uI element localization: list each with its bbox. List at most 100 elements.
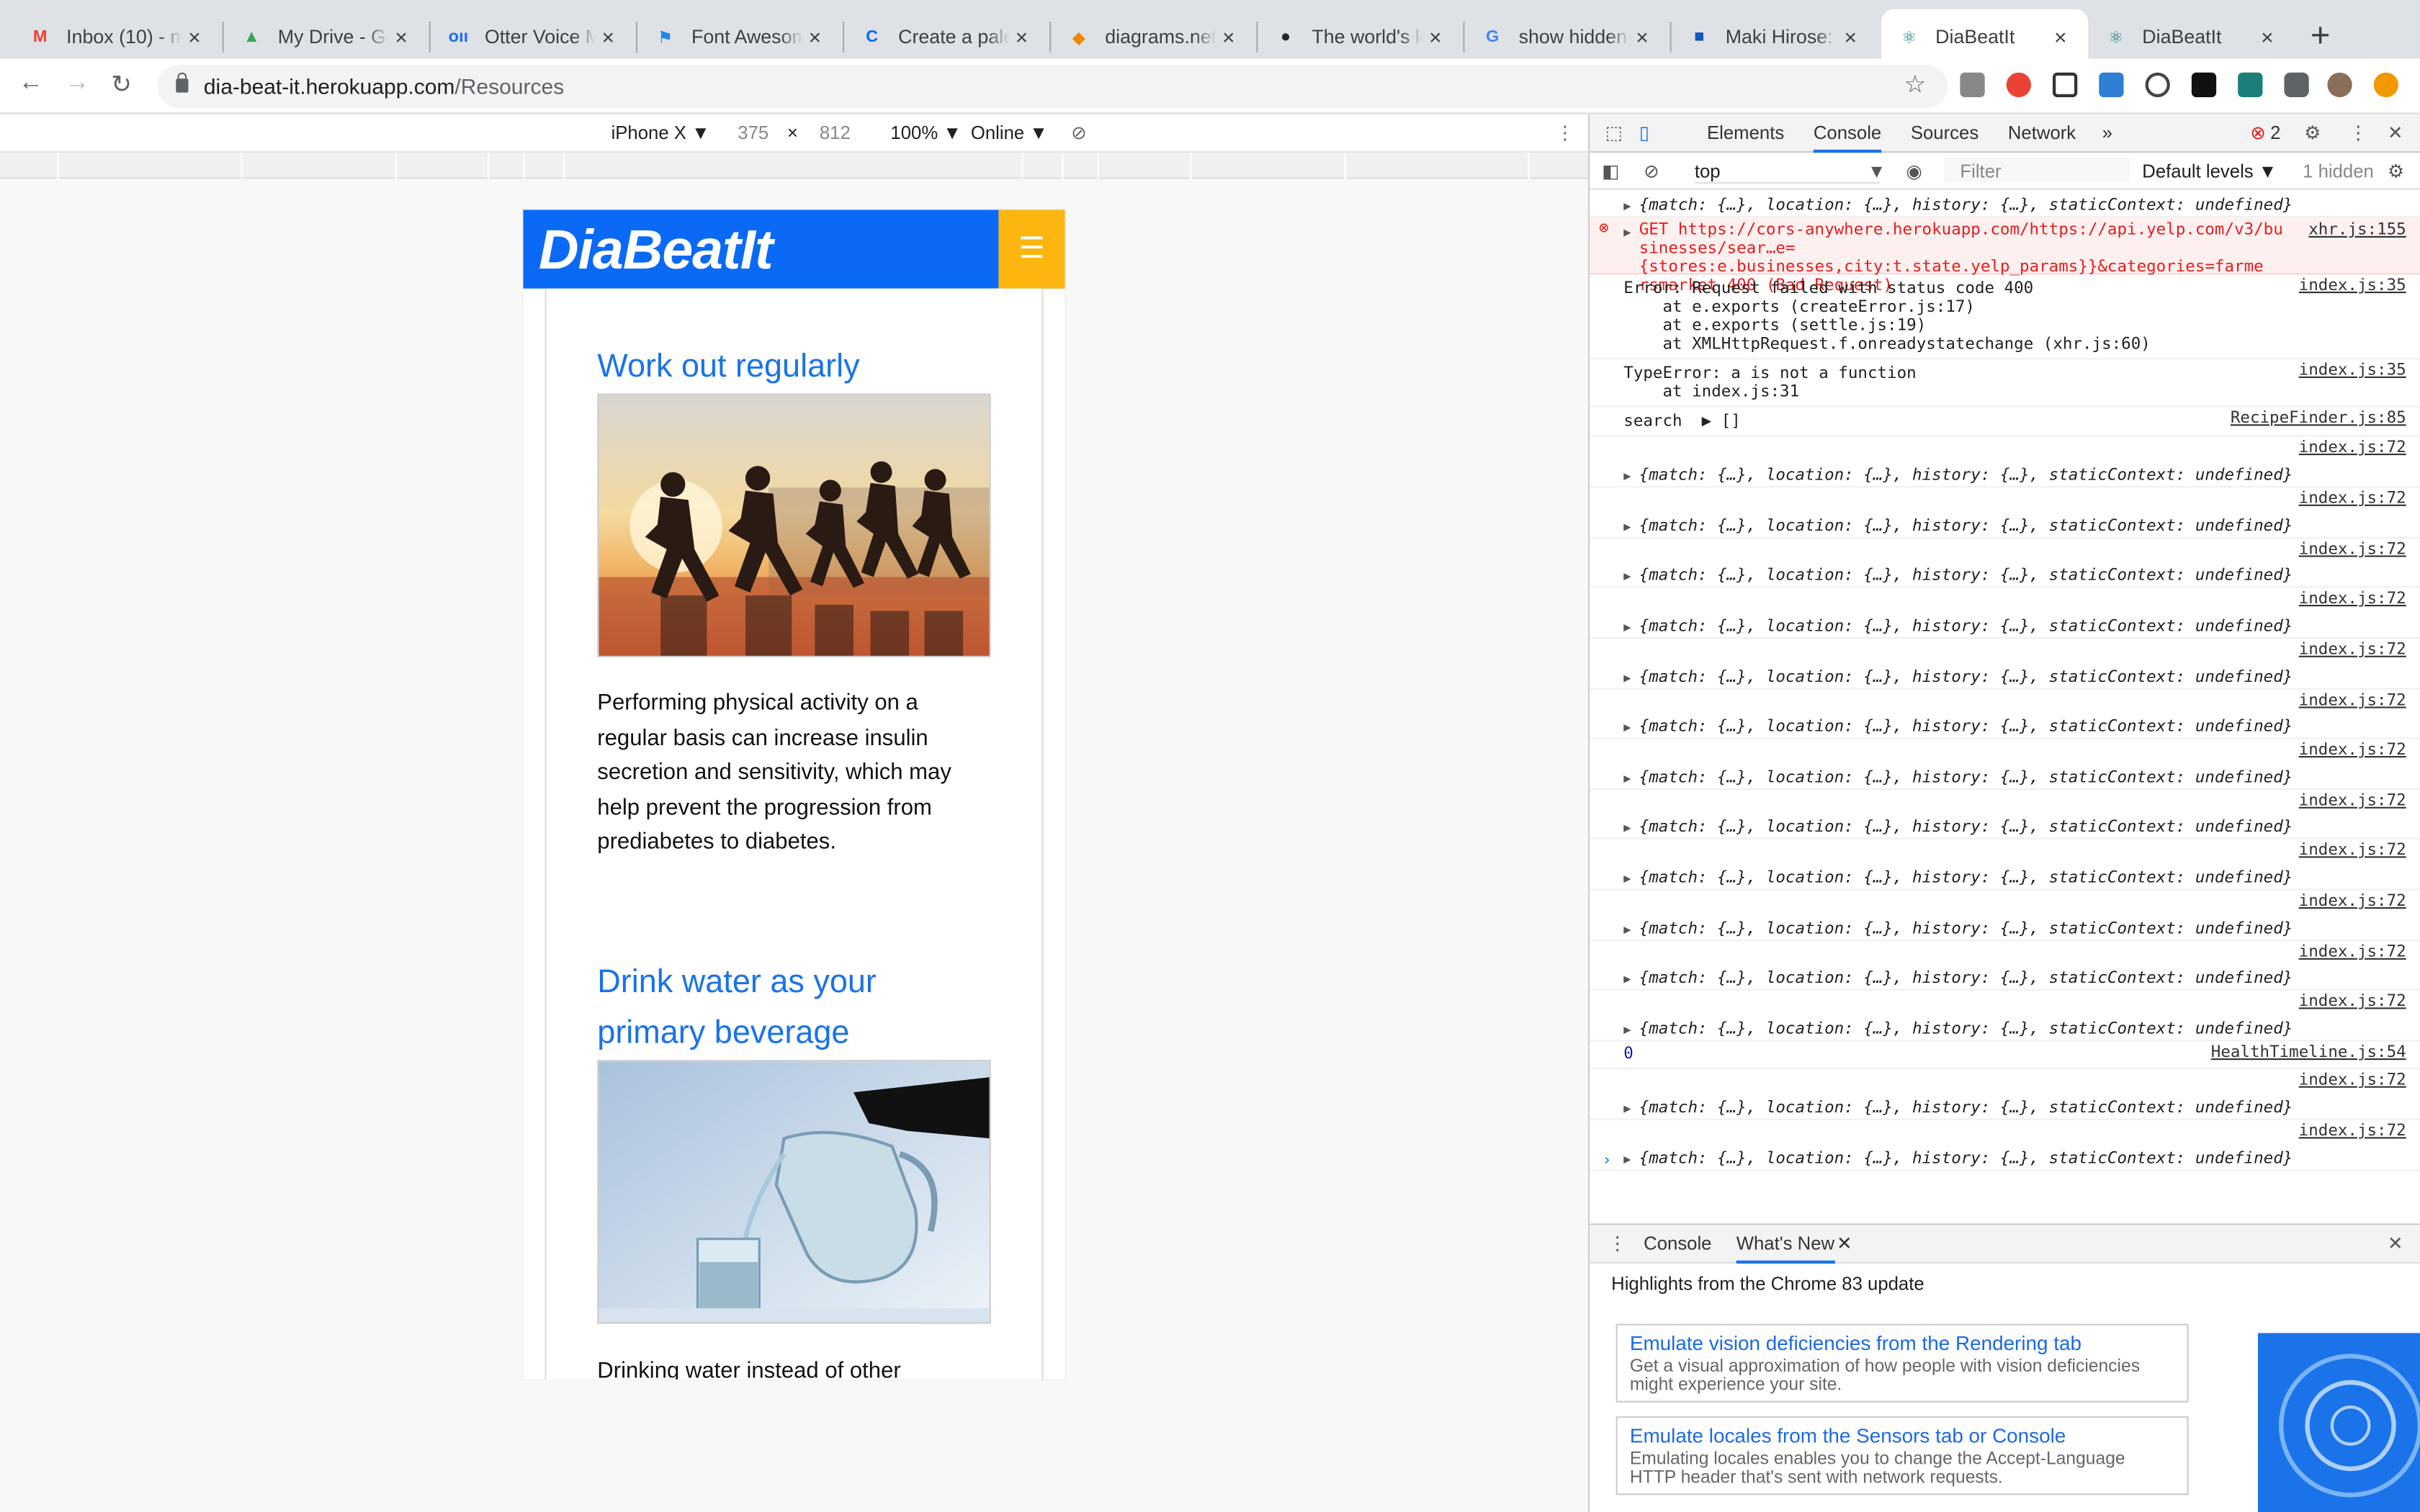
puzzle-icon[interactable] xyxy=(2284,72,2309,97)
console-entry[interactable]: {match: {…}, location: {…}, history: {…}… xyxy=(1590,690,2420,739)
console-entry[interactable]: {match: {…}, location: {…}, history: {…}… xyxy=(1590,890,2420,942)
close-tab-icon[interactable]: × xyxy=(1009,24,1034,49)
close-tab-icon[interactable]: × xyxy=(1630,24,1654,49)
console-entry[interactable]: {match: {…}, location: {…}, history: {…}… xyxy=(1590,991,2420,1042)
avatar[interactable] xyxy=(2327,72,2352,97)
device-width[interactable]: 375 xyxy=(738,122,768,143)
console-entry[interactable]: {match: {…}, location: {…}, history: {…}… xyxy=(1590,941,2420,991)
drawer-menu-icon[interactable]: ⋮ xyxy=(1608,1233,1627,1254)
browser-tab[interactable]: ● The world's le × xyxy=(1258,9,1463,65)
tab-sources[interactable]: Sources xyxy=(1911,122,1978,143)
source-link[interactable]: index.js:72 xyxy=(2299,640,2406,659)
extension-icon[interactable] xyxy=(1960,72,1985,97)
expand-arrow-icon[interactable]: ▶ xyxy=(1623,620,1631,634)
feature-card[interactable]: Emulate vision deficiencies from the Ren… xyxy=(1615,1323,2189,1403)
tab-elements[interactable]: Elements xyxy=(1707,122,1784,143)
menu-icon[interactable]: ☰ xyxy=(998,210,1065,289)
expand-arrow-icon[interactable]: ▶ xyxy=(1623,469,1631,482)
source-link[interactable]: xhr.js:155 xyxy=(2308,220,2406,239)
levels-select[interactable]: Default levels ▼ xyxy=(2142,161,2277,182)
clear-console-icon[interactable]: ⊘ xyxy=(1644,161,1659,182)
settings-gear-icon[interactable]: ⚙ xyxy=(2304,122,2321,143)
filter-input[interactable]: Filter xyxy=(1945,157,2130,182)
console-entry[interactable]: search ▶ [] RecipeFinder.js:85 xyxy=(1590,408,2420,437)
rotate-icon[interactable]: ⊘ xyxy=(1071,122,1087,143)
reload-icon[interactable]: ↻ xyxy=(111,69,132,100)
console-entry[interactable]: {match: {…}, location: {…}, history: {…}… xyxy=(1590,190,2420,218)
expand-arrow-icon[interactable]: ▶ xyxy=(1623,721,1631,734)
source-link[interactable]: index.js:72 xyxy=(2299,841,2406,860)
context-select[interactable]: top xyxy=(1694,161,1880,184)
browser-tab[interactable]: ⚑ Font Awesome× xyxy=(637,9,843,65)
device-height[interactable]: 812 xyxy=(820,122,851,143)
browser-tab[interactable]: Gshow hidden f × xyxy=(1465,9,1670,65)
close-tab-icon[interactable]: × xyxy=(1423,24,1448,49)
source-link[interactable]: index.js:72 xyxy=(2299,540,2406,559)
console-settings-icon[interactable]: ⚙ xyxy=(2388,161,2404,182)
source-link[interactable]: index.js:72 xyxy=(2299,590,2406,608)
close-tab-icon[interactable]: × xyxy=(1838,24,1863,49)
expand-arrow-icon[interactable]: ▶ xyxy=(1623,1102,1631,1115)
expand-arrow-icon[interactable]: ▶ xyxy=(1623,771,1631,785)
console-prompt[interactable]: › xyxy=(1602,1151,1612,1170)
source-link[interactable]: index.js:72 xyxy=(2299,741,2406,760)
source-link[interactable]: index.js:35 xyxy=(2299,276,2406,295)
tab-console[interactable]: Console xyxy=(1813,122,1882,153)
feature-link[interactable]: Emulate locales from the Sensors tab or … xyxy=(1630,1424,2174,1447)
browser-tab[interactable]: ▲ My Drive - Go × xyxy=(224,9,429,65)
source-link[interactable]: index.js:35 xyxy=(2299,361,2406,379)
new-tab-button[interactable]: + xyxy=(2311,15,2331,55)
expand-arrow-icon[interactable]: ▶ xyxy=(1623,872,1631,886)
source-link[interactable]: index.js:72 xyxy=(2299,791,2406,810)
context-dropdown-icon[interactable]: ▼ xyxy=(1868,161,1886,182)
console-entry[interactable]: {match: {…}, location: {…}, history: {…}… xyxy=(1590,436,2420,488)
close-tab-icon[interactable]: × xyxy=(802,24,827,49)
console-entry[interactable]: {match: {…}, location: {…}, history: {…}… xyxy=(1590,790,2420,840)
expand-arrow-icon[interactable]: ▶ xyxy=(1623,225,1631,239)
console-entry[interactable]: {match: {…}, location: {…}, history: {…}… xyxy=(1590,588,2420,639)
source-link[interactable]: index.js:72 xyxy=(2299,691,2406,710)
extension-icon[interactable] xyxy=(2053,72,2078,97)
source-link[interactable]: index.js:72 xyxy=(2299,942,2406,961)
close-tab-icon[interactable]: × xyxy=(2255,24,2280,49)
close-tab-icon[interactable]: × xyxy=(1216,24,1241,49)
back-icon[interactable]: ← xyxy=(19,69,43,97)
browser-tab[interactable]: ⚛ DiaBeatIt × xyxy=(2088,9,2295,65)
console-entry[interactable]: {match: {…}, location: {…}, history: {…}… xyxy=(1590,840,2420,891)
console-error[interactable]: GET https://cors-anywhere.herokuapp.com/… xyxy=(1590,217,2420,294)
update-icon[interactable] xyxy=(2373,72,2398,97)
media-query-bar[interactable] xyxy=(0,153,1588,179)
drawer-tab-console[interactable]: Console xyxy=(1644,1233,1711,1254)
close-tab-icon[interactable]: ✕ xyxy=(1837,1233,1852,1254)
close-tab-icon[interactable]: × xyxy=(2048,24,2073,49)
browser-tab[interactable]: ■ Maki Hirose: L × xyxy=(1672,9,1878,65)
brand-logo[interactable]: DiaBeatIt xyxy=(539,217,774,282)
console-entry[interactable]: {match: {…}, location: {…}, history: {…}… xyxy=(1590,639,2420,690)
error-icon[interactable]: ⊗ xyxy=(2250,122,2266,143)
sidebar-toggle-icon[interactable]: ◧ xyxy=(1602,161,1619,182)
feature-card[interactable]: Emulate locales from the Sensors tab or … xyxy=(1615,1416,2189,1495)
console-entry[interactable]: {match: {…}, location: {…}, history: {…}… xyxy=(1590,1069,2420,1120)
network-select[interactable]: Online ▼ xyxy=(971,122,1048,143)
source-link[interactable]: HealthTimeline.js:54 xyxy=(2211,1043,2406,1062)
source-link[interactable]: index.js:72 xyxy=(2299,438,2406,457)
expand-arrow-icon[interactable]: ▶ xyxy=(1623,671,1631,685)
address-bar[interactable]: dia-beat-it.herokuapp.com/Resources ☆ xyxy=(157,65,1948,108)
expand-arrow-icon[interactable]: ▶ xyxy=(1623,570,1631,583)
expand-arrow-icon[interactable]: ▶ xyxy=(1623,1153,1631,1166)
browser-tab[interactable]: oıı Otter Voice M × xyxy=(431,9,636,65)
browser-tab[interactable]: M Inbox (10) - m × xyxy=(12,9,222,65)
browser-tab[interactable]: C Create a palet × xyxy=(844,9,1049,65)
console-entry[interactable]: TypeError: a is not a function at index.… xyxy=(1590,359,2420,408)
device-toggle-icon[interactable]: ▯ xyxy=(1639,122,1649,143)
expand-arrow-icon[interactable]: ▶ xyxy=(1623,821,1631,834)
extension-icon[interactable] xyxy=(2099,72,2124,97)
source-link[interactable]: index.js:72 xyxy=(2299,1071,2406,1089)
more-tabs-icon[interactable]: » xyxy=(2102,122,2112,143)
close-tab-icon[interactable]: × xyxy=(182,24,207,49)
expand-arrow-icon[interactable]: ▶ xyxy=(1623,199,1631,212)
close-tab-icon[interactable]: × xyxy=(389,24,413,49)
extension-icon[interactable] xyxy=(2145,72,2170,97)
browser-tab[interactable]: ⚛ DiaBeatIt × xyxy=(1881,9,2089,66)
close-drawer-icon[interactable]: ✕ xyxy=(2388,1233,2403,1254)
